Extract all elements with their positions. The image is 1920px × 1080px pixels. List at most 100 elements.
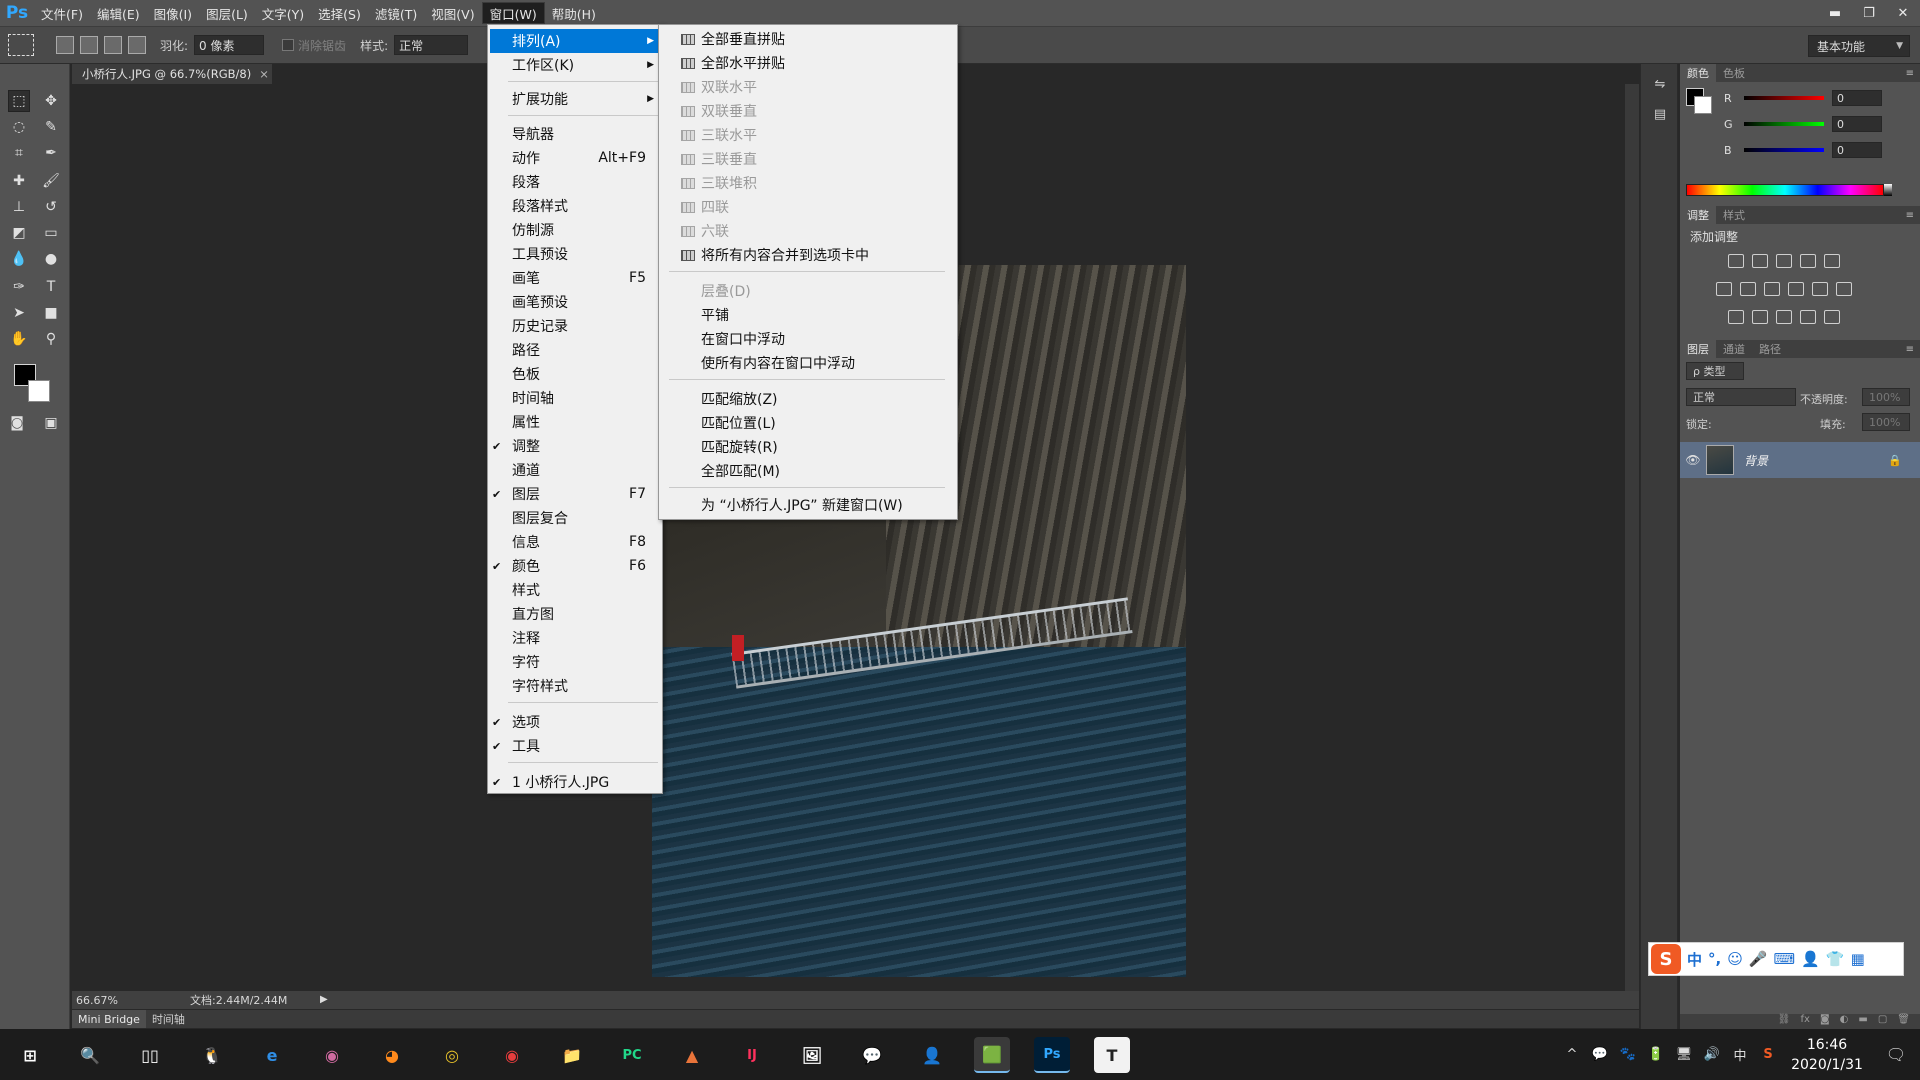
restore-button[interactable]: ❐ (1852, 0, 1886, 26)
menu-view[interactable]: 视图(V) (424, 2, 481, 24)
blue-slider[interactable] (1744, 148, 1824, 152)
red-slider[interactable] (1744, 96, 1824, 100)
menu-item-tool-presets[interactable]: 工具预设 (490, 242, 660, 266)
netease-music-app-icon[interactable]: ◉ (494, 1037, 530, 1073)
menu-item-layers[interactable]: ✔ 图层 F7 (490, 482, 660, 506)
ime-voice-icon[interactable]: 🎤 (1749, 950, 1768, 968)
app-tray-icon[interactable]: 🐾 (1614, 1047, 1642, 1062)
history-panel-icon[interactable]: ⇋ (1649, 74, 1671, 94)
hand-tool-icon[interactable]: ✋ (8, 328, 30, 350)
volume-icon[interactable]: 🔊 (1698, 1047, 1726, 1062)
photoshop-app-icon[interactable]: Ps (1034, 1037, 1070, 1073)
browser-app-icon[interactable]: ◉ (314, 1037, 350, 1073)
submenu-new-window[interactable]: 为 “小桥行人.JPG” 新建窗口(W) (661, 493, 955, 517)
levels-icon[interactable] (1752, 254, 1768, 268)
submenu-match-location[interactable]: 匹配位置(L) (661, 411, 955, 435)
menu-item-swatches[interactable]: 色板 (490, 362, 660, 386)
close-button[interactable]: ✕ (1886, 0, 1920, 26)
menu-item-paragraph-styles[interactable]: 段落样式 (490, 194, 660, 218)
document-tab[interactable]: 小桥行人.JPG @ 66.7%(RGB/8) × (72, 64, 272, 84)
task-view-icon[interactable]: ▯▯ (132, 1037, 168, 1073)
status-menu-arrow-icon[interactable]: ▶ (320, 994, 328, 1005)
menu-item-layer-comps[interactable]: 图层复合 (490, 506, 660, 530)
tab-adjustments[interactable]: 调整 (1680, 206, 1716, 224)
style-select[interactable]: 正常 (394, 35, 469, 55)
add-mask-icon[interactable]: ◙ (1820, 1014, 1830, 1029)
lasso-tool-icon[interactable]: ◌ (8, 116, 30, 138)
subtract-selection-icon[interactable] (104, 36, 122, 54)
exposure-icon[interactable] (1800, 254, 1816, 268)
gradient-tool-icon[interactable]: ▭ (40, 222, 62, 244)
color-spectrum[interactable] (1686, 184, 1884, 196)
color-lookup-icon[interactable] (1836, 282, 1852, 296)
fx-icon[interactable]: fx (1801, 1014, 1810, 1029)
zoom-level[interactable]: 66.67% (72, 994, 130, 1007)
green-value[interactable]: 0 (1832, 116, 1882, 132)
marquee-preset-icon[interactable] (8, 34, 34, 56)
qq-app-icon[interactable]: 🐧 (194, 1037, 230, 1073)
add-selection-icon[interactable] (80, 36, 98, 54)
link-layers-icon[interactable]: ⛓ (1778, 1014, 1791, 1029)
tab-channels[interactable]: 通道 (1716, 340, 1752, 358)
pen-tool-icon[interactable]: ✑ (8, 276, 30, 298)
brush-tool-icon[interactable]: 🖌 (40, 170, 62, 192)
clock[interactable]: 16:46 2020/1/31 (1782, 1035, 1872, 1075)
vibrance-icon[interactable] (1824, 254, 1840, 268)
move-tool-icon[interactable]: ✥ (40, 90, 62, 112)
ime-user-icon[interactable]: 👤 (1801, 950, 1820, 968)
wechat-work-app-icon[interactable]: 🟩 (974, 1037, 1010, 1073)
photo-viewer-app-icon[interactable]: 🖼 (794, 1037, 830, 1073)
menu-edit[interactable]: 编辑(E) (90, 2, 147, 24)
screen-mode-icon[interactable]: ▣ (40, 412, 62, 434)
new-selection-icon[interactable] (56, 36, 74, 54)
edge-app-icon[interactable]: e (254, 1037, 290, 1073)
delete-layer-icon[interactable]: 🗑 (1897, 1014, 1910, 1029)
matlab-app-icon[interactable]: ▲ (674, 1037, 710, 1073)
layer-row[interactable]: 👁 背景 🔒 (1680, 442, 1920, 478)
workspace-select[interactable]: 基本功能 ▼ (1808, 35, 1910, 57)
submenu-consolidate-tabs[interactable]: 将所有内容合并到选项卡中 (661, 243, 955, 267)
panel-menu-icon[interactable]: ≡ (1906, 344, 1914, 355)
pycharm-app-icon[interactable]: PC (614, 1037, 650, 1073)
black-white-ramp[interactable] (1884, 184, 1892, 196)
file-explorer-app-icon[interactable]: 📁 (554, 1037, 590, 1073)
invert-icon[interactable] (1728, 310, 1744, 324)
tab-mini-bridge[interactable]: Mini Bridge (72, 1010, 146, 1028)
menu-item-timeline[interactable]: 时间轴 (490, 386, 660, 410)
panel-menu-icon[interactable]: ≡ (1906, 68, 1914, 79)
green-slider[interactable] (1744, 122, 1824, 126)
notification-center-icon[interactable]: 🗨 (1872, 1045, 1920, 1064)
new-layer-icon[interactable]: ▢ (1878, 1014, 1887, 1029)
green-slider-row[interactable]: G 0 (1724, 116, 1914, 132)
new-group-icon[interactable]: ▬ (1858, 1014, 1867, 1029)
quick-select-tool-icon[interactable]: ✎ (40, 116, 62, 138)
menu-item-character-styles[interactable]: 字符样式 (490, 674, 660, 698)
ime-keyboard-icon[interactable]: ⌨ (1774, 950, 1796, 968)
tab-layers[interactable]: 图层 (1680, 340, 1716, 358)
history-brush-tool-icon[interactable]: ↺ (40, 196, 62, 218)
layer-filter-select[interactable]: ρ 类型 (1686, 362, 1744, 380)
red-slider-row[interactable]: R 0 (1724, 90, 1914, 106)
brightness-icon[interactable] (1728, 254, 1744, 268)
selective-color-icon[interactable] (1800, 310, 1816, 324)
menu-item-info[interactable]: 信息 F8 (490, 530, 660, 554)
blue-value[interactable]: 0 (1832, 142, 1882, 158)
menu-item-history[interactable]: 历史记录 (490, 314, 660, 338)
menu-item-actions[interactable]: 动作 Alt+F9 (490, 146, 660, 170)
minimize-button[interactable]: ▬ (1818, 0, 1852, 26)
panel-menu-icon[interactable]: ≡ (1906, 210, 1914, 221)
tab-timeline[interactable]: 时间轴 (146, 1010, 191, 1028)
input-language-indicator[interactable]: 中 (1726, 1045, 1754, 1064)
start-button[interactable]: ⊞ (12, 1037, 48, 1073)
submenu-tile[interactable]: 平铺 (661, 303, 955, 327)
menu-item-notes[interactable]: 注释 (490, 626, 660, 650)
submenu-tile-all-horizontally[interactable]: 全部水平拼贴 (661, 51, 955, 75)
battery-icon[interactable]: 🔋 (1642, 1047, 1670, 1062)
submenu-match-zoom[interactable]: 匹配缩放(Z) (661, 387, 955, 411)
tab-styles[interactable]: 样式 (1716, 206, 1752, 224)
menu-item-tools[interactable]: ✔ 工具 (490, 734, 660, 758)
blue-slider-row[interactable]: B 0 (1724, 142, 1914, 158)
layer-name[interactable]: 背景 (1744, 452, 1768, 469)
posterize-icon[interactable] (1752, 310, 1768, 324)
menu-item-extensions[interactable]: 扩展功能 ▶ (490, 87, 660, 111)
